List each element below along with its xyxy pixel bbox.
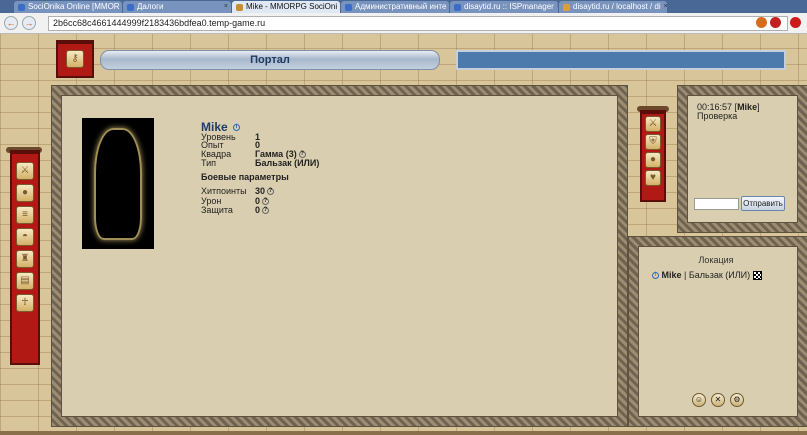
close-icon[interactable]: × [664,1,667,13]
chat-input[interactable] [694,198,739,210]
settings-button[interactable]: ⚙ [730,393,744,407]
heart-icon[interactable]: ♥ [645,170,661,186]
header-blue-panel [456,50,786,70]
hp-value-text: 30 [255,186,266,196]
portrait-silhouette [94,128,142,240]
close-icon[interactable]: × [224,1,228,13]
helmet-icon[interactable]: ⚔ [645,116,661,132]
favicon-icon [127,3,134,11]
right-banner: ⚔ ⛨ ● ♥ [640,110,666,202]
shield-icon[interactable]: ⛨ [645,134,661,150]
url-input[interactable]: 2b6cc68c4661444999f2183436bdfea0.temp-ga… [48,16,788,31]
browser-tab-1[interactable]: SociOnika Online [MMOR× [14,1,122,13]
browser-tab-6[interactable]: disaytid.ru / localhost / di × [559,1,667,13]
search-icon[interactable] [756,17,767,28]
type-value: Бальзак (ИЛИ) [255,158,320,168]
chess-icon[interactable]: ♜ [16,250,34,268]
defense-value-text: 0 [255,205,261,215]
info-icon[interactable]: i [652,272,659,280]
scroll-icon[interactable]: ≡ [16,206,34,224]
coin-icon[interactable]: ● [645,152,661,168]
close-button[interactable]: ✕ [711,393,725,407]
location-player-row: i Mike | Бальзак (ИЛИ) [650,270,762,281]
defense-label: Защита [201,205,233,215]
combat-title: Боевые параметры [201,172,289,182]
character-portrait [82,118,154,249]
hp-label: Хитпоинты [201,186,247,196]
bag-icon[interactable]: ◓ [16,228,34,246]
smile-button[interactable]: ☺ [692,393,706,407]
location-player-name[interactable]: Mike [662,270,682,280]
browser-tab-3[interactable]: Mike - MMORPG SociOni× [232,1,340,13]
sidebar-banner: ⚔ ● ≡ ◓ ♜ ▤ ☥ [10,150,40,365]
figure-icon[interactable]: ☥ [16,294,34,312]
type-label: Тип [201,158,217,168]
browser-tab-5[interactable]: disaytid.ru :: ISPmanager× [450,1,558,13]
back-button[interactable]: ← [4,16,18,30]
send-button[interactable]: Отправить [741,196,785,211]
info-icon[interactable]: i [233,124,241,132]
location-player-type: Бальзак (ИЛИ) [688,270,751,280]
page-title: Портал [250,54,290,66]
browser-tab-bar: SociOnika Online [MMOR× Далоги× Mike - M… [0,0,807,13]
favicon-icon [563,3,570,11]
browser-address-bar: ← → 2b6cc68c4661444999f2183436bdfea0.tem… [0,13,807,34]
defense-value: 0? [255,205,270,215]
url-icons [756,17,781,28]
tab-label: disaytid.ru :: ISPmanager [464,2,554,11]
coin-icon[interactable]: ● [16,184,34,202]
helmet-icon[interactable]: ⚔ [16,162,34,180]
key-icon[interactable]: ⚷ [66,50,84,68]
favicon-icon [18,3,25,11]
tab-label: disaytid.ru / localhost / di [573,2,661,11]
hp-value: 30? [255,186,275,196]
bottom-strip [0,431,807,435]
tab-label: Mike - MMORPG SociOni [246,2,338,11]
flag-icon [752,271,762,281]
help-icon[interactable]: ? [262,207,270,215]
portal-banner: ⚷ [56,40,94,78]
tab-label: Далоги [137,2,164,11]
help-icon[interactable]: ? [267,188,275,196]
favicon-icon [236,3,243,11]
close-icon[interactable]: × [557,1,558,13]
tab-label: Административный инте [355,2,447,11]
chat-message-text: Проверка [697,111,738,121]
coins-stack-icon[interactable]: ▤ [16,272,34,290]
portal-header: Портал [100,50,440,70]
forward-button[interactable]: → [22,16,36,30]
browser-tab-4[interactable]: Административный инте× [341,1,449,13]
location-title: Локация [698,255,734,265]
tab-label: SociOnika Online [MMOR [28,2,120,11]
browser-tab-2[interactable]: Далоги × [123,1,231,13]
favicon-icon [454,3,461,11]
stop-icon[interactable] [770,17,781,28]
chat-user[interactable]: Mike [737,102,757,112]
favicon-icon [345,3,352,11]
opera-menu-icon[interactable] [790,17,801,28]
